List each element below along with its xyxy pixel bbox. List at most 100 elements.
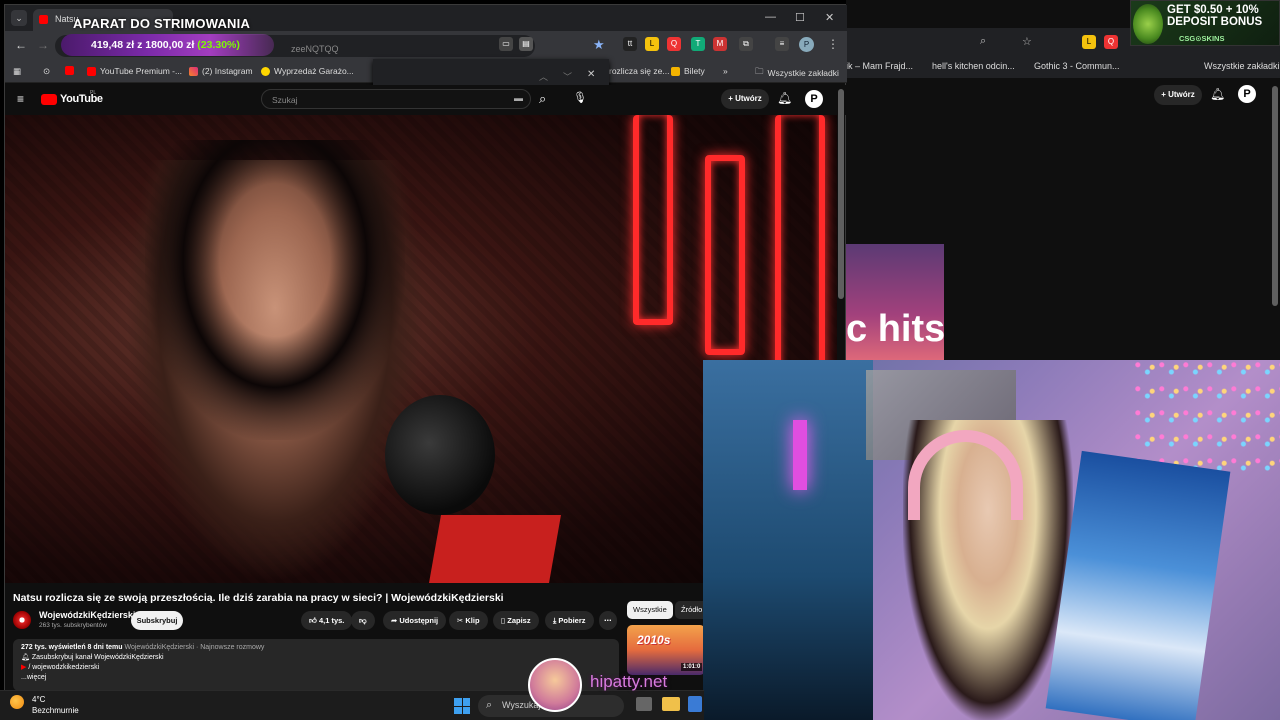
menu-icon[interactable]: ⋮ [827, 37, 839, 51]
profile-icon[interactable]: P [799, 37, 814, 52]
video-mic-flag [429, 515, 561, 583]
back-icon[interactable]: ← [15, 38, 27, 52]
view-count: 272 tys. wyświetleń 8 dni temu [21, 644, 123, 651]
youtube-logo-icon[interactable] [41, 94, 57, 105]
clip-label: Klip [465, 616, 480, 625]
search-icon[interactable]: ⌕ [539, 91, 546, 107]
extension-icon[interactable]: L [645, 37, 659, 51]
extension-icon[interactable]: M [713, 37, 727, 51]
brand-text: hipatty.net [590, 672, 668, 691]
neon-sign [633, 115, 673, 325]
promo-banner: GET $0.50 + 10% DEPOSIT BONUS CSG⊙SKINS [1130, 0, 1280, 46]
avatar[interactable]: P [805, 90, 823, 108]
bookmark-icon[interactable] [65, 66, 74, 75]
bookmark-rozlicza[interactable]: rozlicza się ze... [609, 66, 669, 76]
channel-name[interactable]: WojewódzkiKędzierski [39, 610, 135, 620]
weather-widget[interactable]: 4°C Bezchmurnie [10, 695, 79, 715]
webcam-rgb-microphone [793, 420, 807, 490]
bookmark-icon[interactable]: ⊙ [43, 66, 50, 77]
bg-bookmark-folder[interactable]: Wszystkie zakładki [1204, 61, 1280, 71]
youtube-search-input[interactable]: Szukaj [261, 89, 531, 109]
bg-star-icon[interactable]: ☆ [1022, 35, 1032, 48]
dislike-button[interactable]: 👎︎ [351, 611, 375, 630]
share-button[interactable]: ➦ Udostępnij [383, 611, 447, 630]
share-icon: ➦ [391, 616, 398, 625]
promo-line2: DEPOSIT BONUS [1167, 16, 1263, 28]
temperature: 4°C [32, 695, 46, 704]
chevron-down-icon[interactable]: ﹀ [563, 70, 572, 83]
search-placeholder: Szukaj [272, 95, 298, 105]
video-person-hair [145, 140, 405, 440]
channel-row: WojewódzkiKędzierski 263 tys. subskryben… [13, 609, 313, 635]
weather-condition: Bezchmurnie [32, 706, 79, 715]
media-icon[interactable]: ≡ [775, 37, 789, 51]
video-title: Natsu rozlicza się ze swoją przeszłością… [13, 592, 504, 604]
chip-all[interactable]: Wszystkie [627, 601, 673, 619]
bookmark-bilety[interactable]: Bilety [671, 66, 705, 76]
like-count: 4,1 tys. [318, 616, 345, 625]
chevron-right-icon[interactable]: » [723, 66, 728, 76]
bookmark-label: Wszystkie zakładki [767, 68, 839, 78]
description-tags: WojewódzkiKędzierski · Najnowsze rozmowy [124, 644, 265, 651]
tab-search-icon[interactable]: ⌄ [11, 10, 27, 26]
maximize-icon[interactable]: ☐ [795, 11, 805, 24]
share-label: Udostępnij [399, 616, 439, 625]
reader-icon[interactable]: ▤ [519, 37, 533, 51]
bg-create-button[interactable]: + Utwórz [1154, 85, 1202, 105]
youtube-logo-text[interactable]: YouTube [60, 93, 103, 105]
cast-icon[interactable]: ▭ [499, 37, 513, 51]
folder-icon: 🗀︎ [755, 66, 764, 76]
page-scrollbar[interactable] [838, 89, 844, 299]
puzzle-icon[interactable]: ⧉ [739, 37, 753, 51]
bg-avatar[interactable]: P [1238, 85, 1256, 103]
download-label: Pobierz [558, 616, 586, 625]
close-icon[interactable]: ✕ [825, 11, 834, 24]
more-actions-button[interactable]: ⋯ [599, 611, 617, 630]
clip-button[interactable]: ✂ Klip [449, 611, 488, 630]
create-button[interactable]: + Utwórz [721, 89, 769, 109]
thumbs-up-icon: 👍︎ [309, 616, 317, 625]
search-icon: ⌕ [486, 699, 493, 711]
bg-bell-icon[interactable]: 🔔︎ [1210, 87, 1225, 101]
keyboard-icon[interactable]: ▬ [514, 93, 523, 103]
channel-avatar[interactable] [13, 611, 31, 629]
subscribe-button[interactable]: Subskrybuj [131, 611, 183, 630]
close-find-icon[interactable]: ✕ [587, 69, 595, 80]
description-line: Zasubskrybuj kanał WojewódzkiKędzierski [31, 654, 164, 661]
bookmark-youtube-premium[interactable]: YouTube Premium -... [87, 66, 182, 76]
bg-extension-icon[interactable]: L [1082, 35, 1096, 49]
bookmark-wyprzedaz[interactable]: Wyprzedaż Garażo... [261, 66, 354, 76]
windows-start-icon[interactable] [454, 698, 470, 714]
video-microphone [385, 395, 495, 515]
chevron-up-icon[interactable]: ︿ [539, 70, 548, 83]
bg-bookmark[interactable]: ik – Mam Frajd... [846, 61, 913, 71]
bookmark-label: (2) Instagram [202, 66, 253, 76]
description-more-link[interactable]: ...więcej [21, 673, 611, 683]
save-button[interactable]: ▯ Zapisz [493, 611, 539, 630]
download-button[interactable]: ⤓ Pobierz [545, 611, 594, 630]
apps-icon[interactable]: ▦ [13, 66, 21, 77]
bell-icon[interactable]: 🔔︎ [777, 91, 792, 105]
bg-bookmark[interactable]: Gothic 3 - Commun... [1034, 61, 1120, 71]
like-button[interactable]: 👍︎ 4,1 tys. [301, 611, 353, 630]
extension-icon[interactable]: tt [623, 37, 637, 51]
forward-icon[interactable]: → [37, 38, 49, 52]
bookmark-instagram[interactable]: (2) Instagram [189, 66, 253, 76]
description-link[interactable]: / wojewodzkikedzierski [28, 664, 99, 671]
minimize-icon[interactable]: — [765, 11, 776, 23]
bg-zoom-icon[interactable]: ⌕ [980, 35, 986, 48]
subscriber-count: 263 tys. subskrybentów [39, 622, 107, 629]
translate-icon[interactable]: T [691, 37, 705, 51]
bookmark-star-icon[interactable]: ★ [593, 37, 605, 53]
microphone-icon[interactable]: 🎙︎ [573, 91, 587, 104]
bookmark-all-folder[interactable]: 🗀︎ Wszystkie zakładki [755, 66, 839, 80]
bg-bookmarks-bar: ik – Mam Frajd... hell's kitchen odcin..… [846, 56, 1280, 78]
youtube-icon: ▶ [21, 664, 27, 671]
bg-bookmark[interactable]: hell's kitchen odcin... [932, 61, 1015, 71]
bg-create-label: Utwórz [1168, 90, 1195, 99]
bg-extension-icon[interactable]: Q [1104, 35, 1118, 49]
extension-icon[interactable]: Q [667, 37, 681, 51]
side-thumbnail-text: 2010s [637, 633, 671, 647]
hamburger-icon[interactable]: ≡ [17, 92, 24, 106]
bg-scrollbar[interactable] [1272, 86, 1278, 306]
